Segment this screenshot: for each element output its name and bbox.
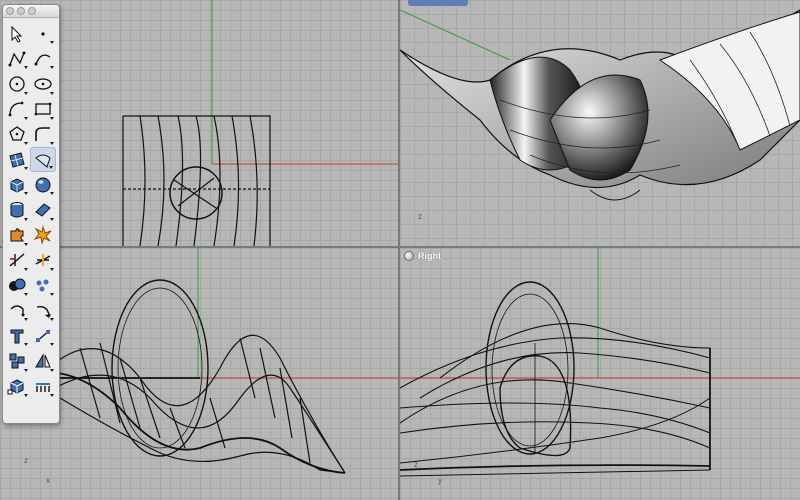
- perspective-view-drawing: [400, 9, 800, 201]
- flyout-arrow-icon[interactable]: [24, 217, 28, 221]
- flyout-arrow-icon[interactable]: [24, 393, 28, 397]
- tool-button-explode[interactable]: [30, 223, 56, 248]
- tool-button-render-box[interactable]: [4, 374, 30, 399]
- flyout-arrow-icon[interactable]: [24, 116, 28, 120]
- flyout-arrow-icon[interactable]: [24, 293, 28, 297]
- tool-button-curve[interactable]: [30, 46, 56, 71]
- flyout-arrow-icon[interactable]: [24, 66, 28, 70]
- zoom-icon[interactable]: [28, 7, 36, 15]
- perspective-surface: [400, 9, 800, 201]
- flyout-arrow-icon[interactable]: [50, 116, 54, 120]
- flyout-arrow-icon[interactable]: [50, 368, 54, 372]
- axis-label-y-right: y: [438, 476, 442, 485]
- tool-button-mirror[interactable]: [30, 348, 56, 373]
- tool-button-fillet-curve[interactable]: [30, 122, 56, 147]
- tool-button-text[interactable]: [4, 323, 30, 348]
- flyout-arrow-icon[interactable]: [50, 393, 54, 397]
- tool-button-select-arrow[interactable]: [4, 21, 30, 46]
- tool-button-rotate-arc[interactable]: [4, 298, 30, 323]
- tool-palette[interactable]: [2, 4, 60, 424]
- persp-y-axis: [400, 9, 511, 61]
- tool-button-array[interactable]: [30, 374, 56, 399]
- flyout-arrow-icon[interactable]: [24, 343, 28, 347]
- flyout-arrow-icon[interactable]: [50, 343, 54, 347]
- flyout-arrow-icon[interactable]: [24, 192, 28, 196]
- flyout-arrow-icon[interactable]: [24, 167, 28, 171]
- axis-label-z-right: z: [414, 460, 418, 469]
- tool-button-planar-surface[interactable]: [30, 197, 56, 222]
- top-surface-outline: [122, 115, 271, 246]
- flyout-arrow-icon[interactable]: [50, 66, 54, 70]
- flyout-arrow-icon[interactable]: [50, 141, 54, 145]
- flyout-arrow-icon[interactable]: [24, 91, 28, 95]
- flyout-arrow-icon[interactable]: [24, 141, 28, 145]
- flyout-arrow-icon[interactable]: [50, 192, 54, 196]
- flyout-arrow-icon[interactable]: [50, 267, 54, 271]
- tool-button-circle[interactable]: [4, 71, 30, 96]
- tool-button-ellipse[interactable]: [30, 71, 56, 96]
- tool-button-arc[interactable]: [4, 97, 30, 122]
- axis-label-z: z: [418, 212, 422, 221]
- flyout-arrow-icon[interactable]: [50, 318, 54, 322]
- tool-button-polygon[interactable]: [4, 122, 30, 147]
- tool-button-point-cloud[interactable]: [30, 273, 56, 298]
- tool-button-surface-from-points[interactable]: [4, 147, 30, 172]
- flyout-arrow-icon[interactable]: [24, 267, 28, 271]
- tool-button-polyline[interactable]: [4, 46, 30, 71]
- explode-icon: [33, 225, 52, 245]
- tool-button-loft-surface[interactable]: [30, 146, 56, 173]
- tool-button-dimension[interactable]: [30, 323, 56, 348]
- right-side-surface: [400, 281, 711, 477]
- minimize-icon[interactable]: [17, 7, 25, 15]
- flyout-arrow-icon[interactable]: [50, 293, 54, 297]
- axis-label-z-front: z: [24, 456, 28, 465]
- palette-title-bar[interactable]: [3, 5, 59, 18]
- tool-button-sphere-solid[interactable]: [30, 172, 56, 197]
- front-wave-surface: [40, 279, 346, 474]
- flyout-arrow-icon[interactable]: [50, 41, 54, 45]
- tool-button-group[interactable]: [4, 348, 30, 373]
- flyout-arrow-icon[interactable]: [24, 242, 28, 246]
- tool-button-scale-arc[interactable]: [30, 298, 56, 323]
- tool-button-cylinder[interactable]: [4, 197, 30, 222]
- tool-button-box-solid[interactable]: [4, 172, 30, 197]
- tool-button-boolean-union[interactable]: [4, 273, 30, 298]
- viewport-perspective[interactable]: z: [400, 0, 800, 246]
- close-icon[interactable]: [6, 7, 14, 15]
- flyout-arrow-icon[interactable]: [50, 91, 54, 95]
- right-view-drawing: [400, 248, 800, 477]
- tool-button-trim[interactable]: [4, 248, 30, 273]
- flyout-arrow-icon[interactable]: [49, 166, 53, 170]
- viewport-right[interactable]: Right z y: [400, 248, 800, 500]
- tool-button-join-puzzle[interactable]: [4, 223, 30, 248]
- axis-label-x-front: x: [46, 476, 50, 485]
- flyout-arrow-icon[interactable]: [24, 368, 28, 372]
- tool-button-split[interactable]: [30, 248, 56, 273]
- flyout-arrow-icon[interactable]: [50, 217, 54, 221]
- flyout-arrow-icon[interactable]: [24, 318, 28, 322]
- tool-grid: [3, 18, 59, 402]
- tool-button-point[interactable]: [30, 21, 56, 46]
- select-arrow-icon: [11, 25, 23, 43]
- tool-button-rectangle[interactable]: [30, 97, 56, 122]
